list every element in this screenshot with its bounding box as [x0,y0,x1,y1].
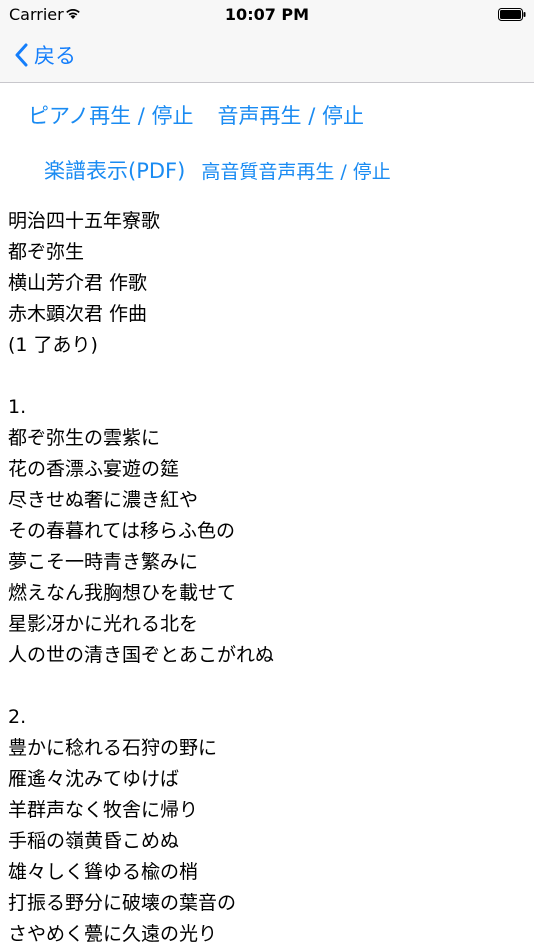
lyric-line: さやめく甍に久遠の光り [8,923,218,945]
lyric-line: 1. [8,396,27,418]
hq-voice-play-stop-button[interactable]: 高音質音声再生 / 停止 [201,155,390,185]
navigation-bar: 戻る [0,30,534,83]
lyric-line: 赤木顕次君 作曲 [8,303,148,325]
score-pdf-button[interactable]: 楽譜表示(PDF) [44,155,185,185]
battery-icon [498,8,526,21]
lyrics-text: 明治四十五年寮歌 都ぞ弥生 横山芳介君 作歌 赤木顕次君 作曲 (1 了あり) … [8,206,528,950]
status-bar: Carrier 10:07 PM [0,0,534,30]
lyric-line [8,361,528,392]
lyric-line: その春暮れては移らふ色の [8,520,236,542]
lyric-line [8,671,528,702]
lyric-line: 明治四十五年寮歌 [8,210,161,232]
back-button-label: 戻る [34,44,76,68]
lyric-line: 都ぞ弥生の雲紫に [8,427,161,449]
lyric-line: 花の香漂ふ宴遊の筵 [8,458,180,480]
lyric-line: 打振る野分に破壊の葉音の [8,892,237,914]
lyric-line: 豊かに稔れる石狩の野に [8,737,218,759]
lyric-line: 夢こそ一時青き繁みに [8,551,199,573]
lyric-line: 雁遙々沈みてゆけば [8,768,180,790]
lyric-line: 燃えなん我胸想ひを載せて [8,582,237,604]
chevron-left-icon [15,43,28,67]
clock: 10:07 PM [224,5,310,24]
voice-play-stop-button[interactable]: 音声再生 / 停止 [218,100,364,130]
lyric-line: 手稲の嶺黄昏こめぬ [8,830,180,852]
score-controls-row: 楽譜表示(PDF) 高音質音声再生 / 停止 [44,155,391,185]
lyric-line: 2. [8,706,27,728]
back-button[interactable]: 戻る [14,38,76,72]
lyric-line: (1 了あり) [8,334,98,356]
lyric-line: 都ぞ弥生 [8,241,85,263]
piano-play-stop-button[interactable]: ピアノ再生 / 停止 [28,100,194,130]
lyric-line: 横山芳介君 作歌 [8,272,148,294]
playback-controls-row: ピアノ再生 / 停止 音声再生 / 停止 [28,100,388,130]
lyric-line: 羊群声なく牧舎に帰り [8,799,199,821]
lyric-line: 人の世の清き国ぞとあこがれぬ [8,644,275,666]
lyric-line: 尽きせぬ奢に濃き紅や [8,489,199,511]
lyric-line: 星影冴かに光れる北を [8,613,199,635]
lyric-line: 雄々しく聳ゆる楡の梢 [8,861,199,883]
